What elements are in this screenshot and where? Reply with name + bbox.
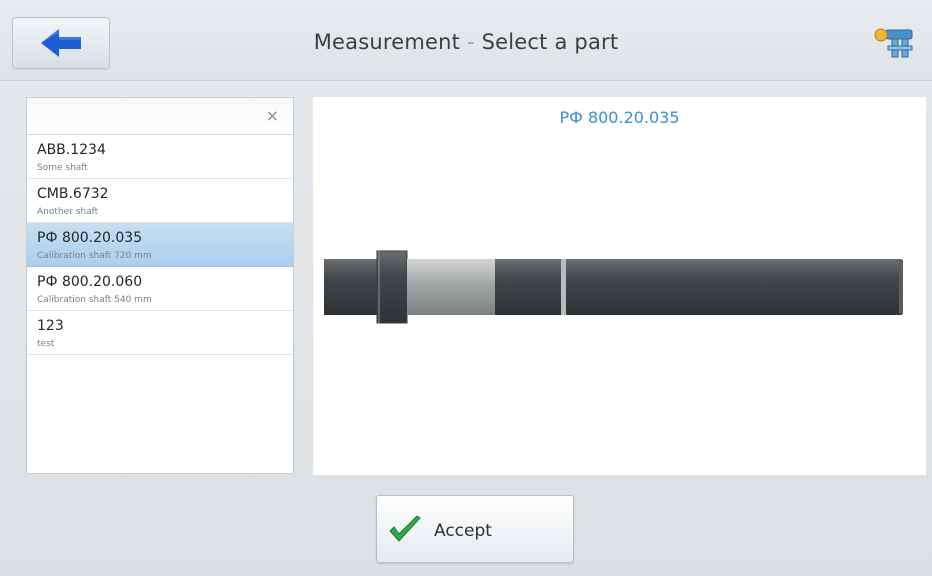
item-code: ABB.1234 bbox=[37, 142, 106, 158]
item-description: Another shaft bbox=[37, 207, 99, 217]
item-code: РФ 800.20.060 bbox=[37, 274, 143, 290]
shaft-image bbox=[324, 250, 903, 324]
item-code: CMB.6732 bbox=[37, 186, 109, 202]
list-item-1[interactable]: CMB.6732 Another shaft bbox=[27, 179, 293, 223]
parts-list-panel: × ABB.1234 Some shaft CMB.6732 Another s… bbox=[26, 97, 294, 474]
caliper-icon[interactable] bbox=[872, 24, 918, 64]
search-row: × bbox=[27, 98, 293, 135]
accept-label: Accept bbox=[434, 521, 492, 541]
checkmark-icon bbox=[389, 515, 421, 542]
item-code: РФ 800.20.035 bbox=[37, 230, 143, 246]
part-preview-panel: РФ 800.20.035 bbox=[313, 97, 926, 475]
title-main: Measurement bbox=[313, 30, 461, 54]
list-item-2-selected[interactable]: РФ 800.20.035 Calibration shaft 720 mm bbox=[27, 223, 293, 267]
title-sub: Select a part bbox=[481, 30, 619, 54]
search-input[interactable] bbox=[33, 104, 259, 130]
item-description: test bbox=[37, 339, 55, 349]
preview-title: РФ 800.20.035 bbox=[559, 108, 680, 127]
title-separator: - bbox=[466, 30, 475, 54]
list-item-3[interactable]: РФ 800.20.060 Calibration shaft 540 mm bbox=[27, 267, 293, 311]
header-bar: Measurement - Select a part bbox=[0, 0, 932, 81]
accept-button[interactable]: Accept bbox=[376, 495, 574, 563]
clear-icon[interactable]: × bbox=[266, 106, 279, 126]
item-description: Calibration shaft 720 mm bbox=[37, 251, 152, 261]
list-item-4[interactable]: 123 test bbox=[27, 311, 293, 355]
page-title: Measurement - Select a part bbox=[0, 30, 932, 54]
item-code: 123 bbox=[37, 318, 64, 334]
item-description: Some shaft bbox=[37, 163, 88, 173]
item-description: Calibration shaft 540 mm bbox=[37, 295, 152, 305]
list-item-0[interactable]: ABB.1234 Some shaft bbox=[27, 135, 293, 179]
